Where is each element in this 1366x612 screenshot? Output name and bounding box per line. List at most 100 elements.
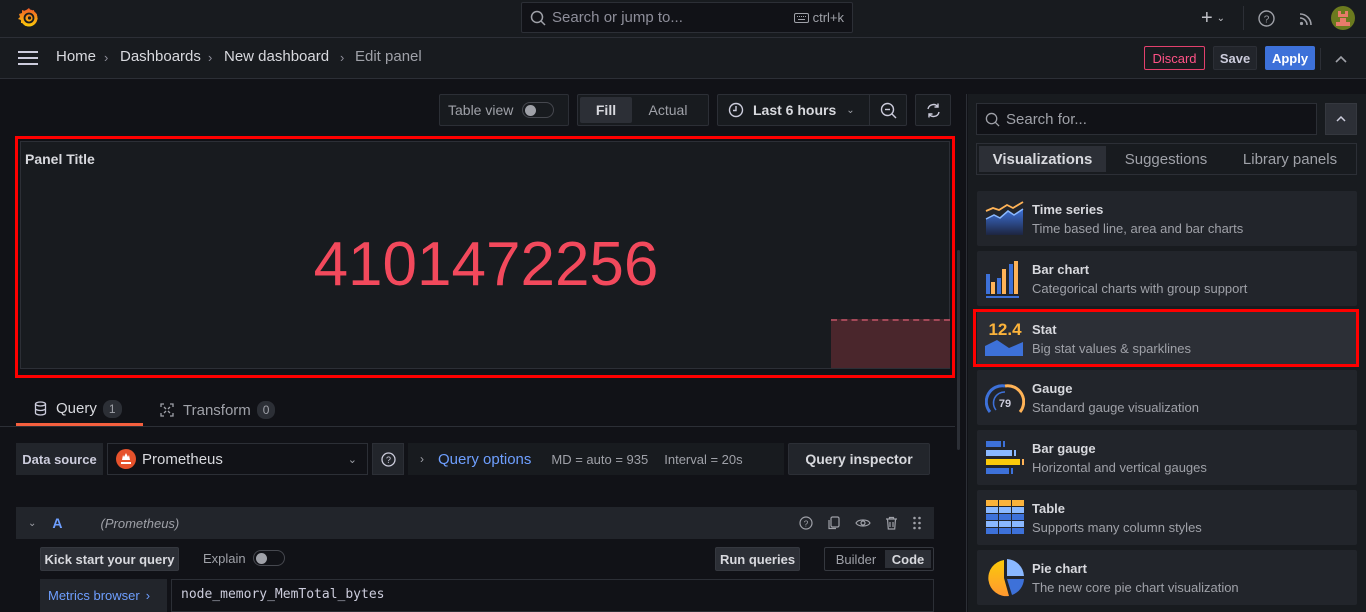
builder-mode-option[interactable]: Builder (827, 552, 885, 567)
breadcrumb-separator: › (208, 50, 213, 65)
tab-transform-label: Transform (183, 401, 251, 419)
viz-item-gauge[interactable]: 79 Gauge Standard gauge visualization (977, 370, 1357, 425)
code-mode-option[interactable]: Code (885, 550, 931, 568)
metrics-browser-button[interactable]: Metrics browser › (40, 579, 167, 612)
transform-count-badge: 0 (256, 401, 276, 419)
scrollbar[interactable] (957, 250, 960, 450)
time-series-icon (984, 199, 1026, 239)
fill-actual-toggle: Fill Actual (577, 94, 709, 126)
query-options-link[interactable]: Query options (438, 451, 531, 468)
chevron-down-icon: ⌄ (846, 104, 855, 116)
tab-transform[interactable]: Transform 0 (160, 394, 290, 426)
gauge-icon-number: 79 (999, 398, 1011, 410)
chevron-up-icon (1336, 116, 1346, 122)
grafana-logo-icon[interactable] (18, 7, 40, 29)
data-source-help-button[interactable]: ? (372, 443, 404, 475)
data-source-label: Data source (16, 443, 103, 475)
collapse-toolbar-button[interactable] (1332, 50, 1350, 68)
drag-handle-icon[interactable] (912, 516, 922, 530)
viz-title: Time series (1032, 201, 1104, 217)
kick-start-query-button[interactable]: Kick start your query (40, 547, 179, 571)
viz-search-input[interactable]: Search for... (976, 103, 1317, 135)
breadcrumb-separator: › (340, 50, 345, 65)
table-view-switch[interactable] (522, 102, 555, 118)
menu-icon[interactable] (18, 51, 38, 65)
fill-option[interactable]: Fill (580, 97, 632, 123)
time-picker: Last 6 hours ⌄ (717, 94, 907, 126)
viz-item-pie-chart[interactable]: Pie chart The new core pie chart visualiz… (977, 550, 1357, 605)
explain-label: Explain (203, 551, 246, 566)
tab-query[interactable]: Query 1 (16, 394, 143, 426)
viz-description: Big stat values & sparklines (1032, 340, 1191, 356)
explain-toggle[interactable] (253, 550, 285, 566)
breadcrumb-home[interactable]: Home (56, 48, 96, 65)
max-data-points: MD = auto = 935 (551, 451, 649, 467)
collapse-query-icon[interactable]: ⌄ (28, 518, 36, 529)
search-icon (530, 10, 546, 26)
query-ref-id[interactable]: A (52, 515, 62, 531)
pie-chart-icon (984, 558, 1026, 598)
search-icon (985, 112, 1000, 127)
query-inspector-button[interactable]: Query inspector (788, 443, 930, 475)
breadcrumb-new-dashboard[interactable]: New dashboard (224, 48, 329, 65)
apply-button[interactable]: Apply (1265, 46, 1315, 70)
help-icon[interactable]: ? (799, 516, 813, 530)
tab-suggestions[interactable]: Suggestions (1106, 151, 1226, 168)
pane-divider[interactable] (966, 94, 967, 612)
tab-visualizations[interactable]: Visualizations (979, 146, 1106, 172)
data-source-picker[interactable]: Prometheus ⌄ (107, 443, 368, 475)
zoom-out-button[interactable] (870, 102, 906, 119)
time-range-button[interactable]: Last 6 hours ⌄ (718, 95, 870, 125)
breadcrumb-separator: › (104, 50, 109, 65)
table-view-toggle[interactable]: Table view (439, 94, 569, 126)
data-source-name: Prometheus (142, 450, 223, 468)
save-button[interactable]: Save (1213, 46, 1257, 70)
viz-description: The new core pie chart visualization (1032, 579, 1239, 595)
divider (0, 426, 955, 427)
viz-item-bar-chart[interactable]: Bar chart Categorical charts with group s… (977, 251, 1357, 306)
divider (1243, 6, 1244, 30)
refresh-button[interactable] (915, 94, 951, 126)
svg-text:?: ? (385, 455, 390, 465)
global-search-input[interactable]: Search or jump to... ctrl+k (521, 2, 853, 33)
query-header-a: ⌄ A (Prometheus) ? (16, 507, 934, 539)
discard-button[interactable]: Discard (1144, 46, 1205, 70)
stat-value: 4101472256 (313, 230, 659, 299)
viz-picker-tabs: Visualizations Suggestions Library panel… (976, 143, 1357, 175)
viz-title: Table (1032, 500, 1065, 516)
news-rss-icon[interactable] (1297, 9, 1315, 27)
promql-query-input[interactable]: node_memory_MemTotal_bytes (171, 579, 934, 612)
zoom-out-icon (880, 102, 896, 118)
viz-item-table[interactable]: Table Supports many column styles (977, 490, 1357, 545)
keyboard-icon (793, 12, 809, 23)
viz-description: Categorical charts with group support (1032, 280, 1248, 296)
viz-item-stat[interactable]: 12.4 Stat Big stat values & sparklines (977, 311, 1357, 366)
panel-title[interactable]: Panel Title (25, 151, 95, 167)
help-icon[interactable]: ? (1257, 9, 1275, 27)
help-icon: ? (380, 451, 396, 467)
table-icon (984, 498, 1026, 538)
chevron-down-icon: ⌄ (347, 453, 357, 466)
new-button[interactable]: + ⌄ (1196, 7, 1230, 29)
prometheus-icon (116, 449, 136, 469)
gauge-icon: 79 (984, 378, 1026, 418)
query-options-row[interactable]: › Query options MD = auto = 935 Interval… (408, 443, 784, 475)
time-range-label: Last 6 hours (753, 102, 837, 118)
breadcrumb-dashboards[interactable]: Dashboards (120, 48, 201, 65)
bar-gauge-icon (984, 438, 1026, 478)
bar-chart-icon (984, 259, 1026, 299)
viz-item-time-series[interactable]: Time series Time based line, area and bar… (977, 191, 1357, 246)
query-datasource-name: (Prometheus) (100, 515, 180, 531)
eye-icon[interactable] (855, 516, 871, 530)
actual-option[interactable]: Actual (632, 97, 704, 123)
user-avatar[interactable] (1331, 6, 1355, 30)
svg-text:?: ? (1263, 14, 1269, 25)
trash-icon[interactable] (885, 516, 898, 530)
viz-title: Stat (1032, 321, 1057, 337)
interval-value: Interval = 20s (664, 451, 743, 467)
close-viz-picker-button[interactable] (1325, 103, 1357, 135)
run-queries-button[interactable]: Run queries (715, 547, 800, 571)
duplicate-icon[interactable] (827, 516, 841, 530)
viz-item-bar-gauge[interactable]: Bar gauge Horizontal and vertical gauges (977, 430, 1357, 485)
tab-library-panels[interactable]: Library panels (1226, 151, 1354, 168)
